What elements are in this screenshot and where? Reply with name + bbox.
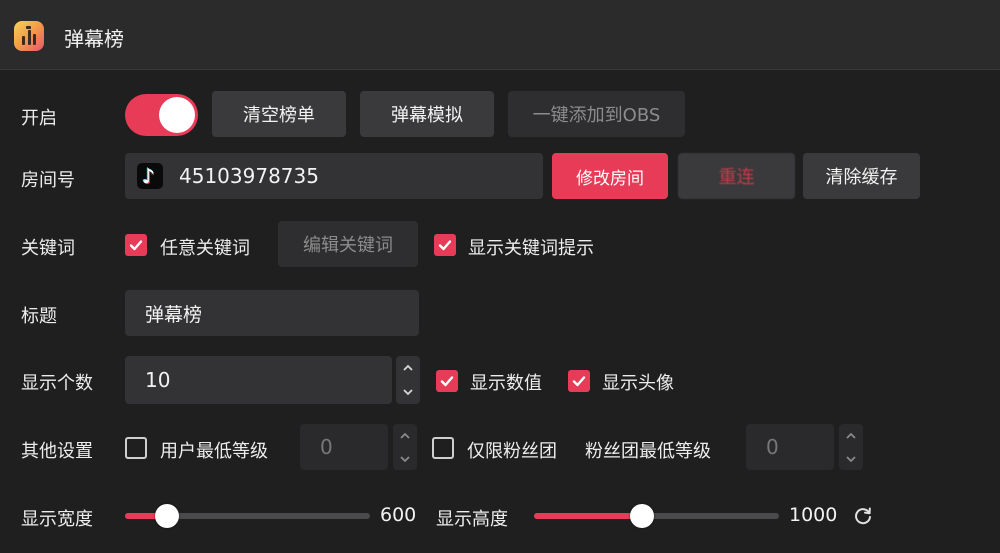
count-label: 显示个数	[21, 373, 93, 394]
show-avatar-checkbox[interactable]	[568, 370, 590, 392]
user-min-level-input[interactable]: 0	[300, 424, 388, 470]
width-slider[interactable]	[125, 504, 370, 528]
show-keyword-tip-checkbox[interactable]	[434, 234, 456, 256]
room-id-input[interactable]: ♪ 45103978735	[125, 153, 543, 199]
room-label: 房间号	[21, 170, 75, 191]
height-slider-fill	[534, 513, 642, 519]
user-min-level-checkbox[interactable]	[125, 437, 147, 459]
other-settings-label: 其他设置	[21, 441, 93, 462]
show-avatar-label: 显示头像	[602, 373, 674, 394]
chevron-down-icon[interactable]	[402, 388, 414, 396]
clear-rank-button[interactable]: 清空榜单	[212, 91, 346, 137]
tiktok-icon: ♪	[137, 163, 163, 189]
width-label: 显示宽度	[21, 509, 93, 530]
height-slider[interactable]	[534, 504, 779, 528]
any-keyword-label: 任意关键词	[160, 238, 250, 259]
fan-min-level-spinner[interactable]	[839, 424, 863, 470]
keyword-label: 关键词	[21, 238, 75, 259]
fans-only-checkbox[interactable]	[432, 437, 454, 459]
height-value: 1000	[789, 504, 838, 526]
room-id-value: 45103978735	[179, 164, 319, 188]
reconnect-button[interactable]: 重连	[678, 153, 795, 199]
any-keyword-checkbox[interactable]	[125, 234, 147, 256]
fan-min-level-label: 粉丝团最低等级	[585, 441, 711, 462]
title-input[interactable]: 弹幕榜	[125, 290, 419, 336]
chevron-down-icon[interactable]	[845, 455, 857, 463]
chevron-up-icon[interactable]	[845, 432, 857, 440]
title-field-label: 标题	[21, 306, 57, 327]
fan-min-level-input[interactable]: 0	[746, 424, 834, 470]
modify-room-button[interactable]: 修改房间	[552, 153, 668, 199]
chevron-down-icon[interactable]	[399, 455, 411, 463]
user-min-level-label: 用户最低等级	[160, 441, 268, 462]
chevron-up-icon[interactable]	[399, 432, 411, 440]
width-slider-thumb[interactable]	[154, 504, 179, 528]
window-title: 弹幕榜	[64, 27, 124, 51]
title-bar: 弹幕榜	[0, 0, 1000, 70]
height-label: 显示高度	[436, 509, 508, 530]
count-spinner[interactable]	[396, 356, 420, 404]
show-value-label: 显示数值	[470, 373, 542, 394]
show-keyword-tip-label: 显示关键词提示	[468, 238, 594, 259]
enable-toggle[interactable]	[125, 94, 198, 136]
chart-app-icon	[14, 21, 44, 51]
enable-label: 开启	[21, 108, 57, 129]
show-value-checkbox[interactable]	[436, 370, 458, 392]
chevron-up-icon[interactable]	[402, 364, 414, 372]
clear-cache-button[interactable]: 清除缓存	[803, 153, 920, 199]
toggle-knob	[159, 97, 195, 133]
user-min-level-spinner[interactable]	[393, 424, 417, 470]
width-value: 600	[380, 504, 417, 526]
refresh-icon[interactable]	[852, 505, 874, 527]
count-input[interactable]: 10	[125, 356, 392, 404]
simulate-danmaku-button[interactable]: 弹幕模拟	[360, 91, 494, 137]
height-slider-thumb[interactable]	[629, 504, 654, 528]
edit-keyword-button[interactable]: 编辑关键词	[278, 221, 418, 267]
add-to-obs-button[interactable]: 一键添加到OBS	[508, 91, 685, 137]
fans-only-label: 仅限粉丝团	[467, 441, 557, 462]
